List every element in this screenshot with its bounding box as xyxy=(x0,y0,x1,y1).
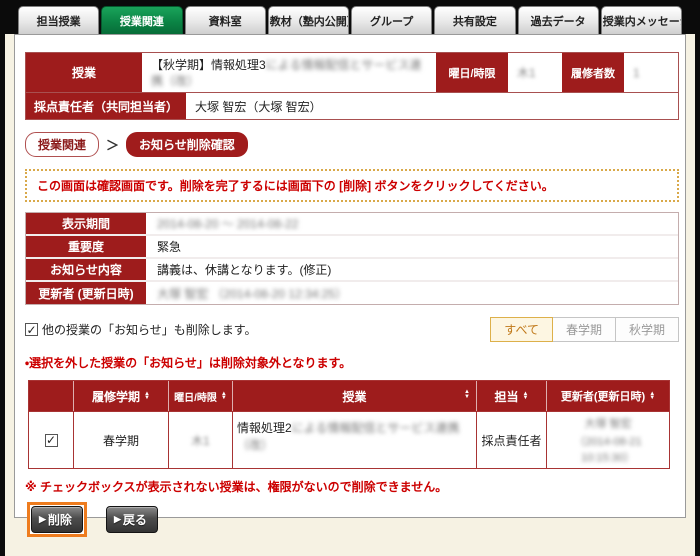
sort-icon: ▲▼ xyxy=(221,392,227,401)
top-tab-bar: 担当授業 授業関連 資料室 教材（塾内公開） グループ 共有設定 過去データ 授… xyxy=(5,5,695,34)
tab-class-messages[interactable]: 授業内メッセージ xyxy=(601,6,682,34)
row-course-name: 情報処理2による情報配信とサービス連携（改） xyxy=(233,412,477,468)
sort-icon: ▲▼ xyxy=(144,392,150,401)
header-checkbox-column xyxy=(29,381,74,411)
course-header-table: 授業 【秋学期】情報処理3による情報配信とサービス連携（改） 曜日/時限 木1 … xyxy=(25,52,679,120)
chevron-right-icon: ＞ xyxy=(106,135,119,154)
arrow-right-icon: ▶ xyxy=(114,514,121,525)
breadcrumb: 授業関連 ＞ お知らせ削除確認 xyxy=(25,132,675,157)
tab-library[interactable]: 資料室 xyxy=(185,6,266,34)
delete-button-highlight: ▶ 削除 xyxy=(27,502,87,537)
confirm-notice: この画面は確認画面です。削除を完了するには画面下の [削除] ボタンをクリックし… xyxy=(25,169,679,202)
header-day-period[interactable]: 曜日/時限 ▲▼ xyxy=(169,381,233,411)
tab-class-related[interactable]: 授業関連 xyxy=(101,6,182,34)
filter-all[interactable]: すべて xyxy=(490,317,553,342)
row-semester: 春学期 xyxy=(74,412,169,468)
window-frame: 担当授業 授業関連 資料室 教材（塾内公開） グループ 共有設定 過去データ 授… xyxy=(0,0,700,534)
enrollment-label: 履修者数 xyxy=(560,53,626,92)
updater-redacted: 大塚 智宏 （2014-08-20 12:34:25） xyxy=(157,285,347,302)
row-course-visible: 情報処理2 xyxy=(237,421,292,435)
tab-assigned-classes[interactable]: 担当授業 xyxy=(18,6,99,34)
detail-row-importance: 重要度 緊急 xyxy=(26,236,678,259)
page-background: 授業 【秋学期】情報処理3による情報配信とサービス連携（改） 曜日/時限 木1 … xyxy=(5,34,695,556)
header-semester[interactable]: 履修学期 ▲▼ xyxy=(74,381,169,411)
header-course[interactable]: 授業 ▲▼ xyxy=(233,381,477,411)
detail-row-updater: 更新者 (更新日時) 大塚 智宏 （2014-08-20 12:34:25） xyxy=(26,282,678,304)
course-table-row: ✓ 春学期 木1 情報処理2による情報配信とサービス連携（改） 採点責任者 大塚… xyxy=(29,411,669,468)
permission-note: ※ チェックボックスが表示されない授業は、権限がないので削除できません。 xyxy=(25,478,675,495)
back-button[interactable]: ▶ 戻る xyxy=(106,506,158,533)
header-charge[interactable]: 担当 ▲▼ xyxy=(477,381,547,411)
content-panel: 授業 【秋学期】情報処理3による情報配信とサービス連携（改） 曜日/時限 木1 … xyxy=(14,34,686,518)
row-day-period: 木1 xyxy=(169,412,233,468)
course-name-visible: 【秋学期】情報処理3 xyxy=(151,58,266,72)
display-period-redacted: 2014-08-20 〜 2014-08-22 xyxy=(157,215,298,232)
grader-label: 採点責任者（共同担当者） xyxy=(26,93,188,119)
arrow-right-icon: ▶ xyxy=(39,514,46,525)
delete-others-label: 他の授業の「お知らせ」も削除します。 xyxy=(42,321,257,338)
detail-row-display-period: 表示期間 2014-08-20 〜 2014-08-22 xyxy=(26,213,678,236)
sort-icon: ▲▼ xyxy=(523,392,529,401)
exclusion-note: ・選択を外した授業の「お知らせ」は削除対象外となります。 xyxy=(25,354,675,371)
check-icon: ✓ xyxy=(46,434,56,446)
course-list-table: 履修学期 ▲▼ 曜日/時限 ▲▼ 授業 ▲▼ 担当 ▲▼ xyxy=(28,380,670,469)
day-period-value: 木1 xyxy=(510,53,560,92)
row-charge: 採点責任者 xyxy=(477,412,547,468)
sort-icon: ▲▼ xyxy=(464,390,470,399)
tab-materials[interactable]: 教材（塾内公開） xyxy=(268,6,349,34)
delete-button[interactable]: ▶ 削除 xyxy=(31,506,83,533)
other-courses-option-row: ✓ 他の授業の「お知らせ」も削除します。 すべて 春学期 秋学期 xyxy=(25,317,679,342)
course-name: 【秋学期】情報処理3による情報配信とサービス連携（改） xyxy=(144,53,434,92)
semester-filter-group: すべて 春学期 秋学期 xyxy=(491,317,679,342)
course-table-header: 履修学期 ▲▼ 曜日/時限 ▲▼ 授業 ▲▼ 担当 ▲▼ xyxy=(29,381,669,411)
grader-value: 大塚 智宏（大塚 智宏） xyxy=(188,93,678,119)
check-icon: ✓ xyxy=(26,324,36,336)
header-updater[interactable]: 更新者(更新日時) ▲▼ xyxy=(547,381,669,411)
tab-group[interactable]: グループ xyxy=(351,6,432,34)
tab-share-settings[interactable]: 共有設定 xyxy=(434,6,515,34)
detail-row-content: お知らせ内容 講義は、休講となります。(修正) xyxy=(26,259,678,282)
filter-fall[interactable]: 秋学期 xyxy=(615,317,679,342)
row-updater: 大塚 智宏 （2014-08-21 10:15:30） xyxy=(547,412,669,468)
tab-past-data[interactable]: 過去データ xyxy=(518,6,599,34)
day-period-label: 曜日/時限 xyxy=(434,53,510,92)
filter-spring[interactable]: 春学期 xyxy=(552,317,616,342)
sort-icon: ▲▼ xyxy=(649,392,655,401)
delete-others-checkbox[interactable]: ✓ xyxy=(25,323,38,336)
breadcrumb-current: お知らせ削除確認 xyxy=(126,132,248,157)
course-label: 授業 xyxy=(26,53,144,92)
announcement-detail-table: 表示期間 2014-08-20 〜 2014-08-22 重要度 緊急 お知らせ… xyxy=(25,212,679,305)
row-checkbox[interactable]: ✓ xyxy=(45,434,58,447)
row-checkbox-cell: ✓ xyxy=(29,412,74,468)
enrollment-value: 1 xyxy=(626,53,676,92)
action-button-row: ▶ 削除 ▶ 戻る xyxy=(27,502,675,537)
breadcrumb-parent-link[interactable]: 授業関連 xyxy=(25,132,99,157)
